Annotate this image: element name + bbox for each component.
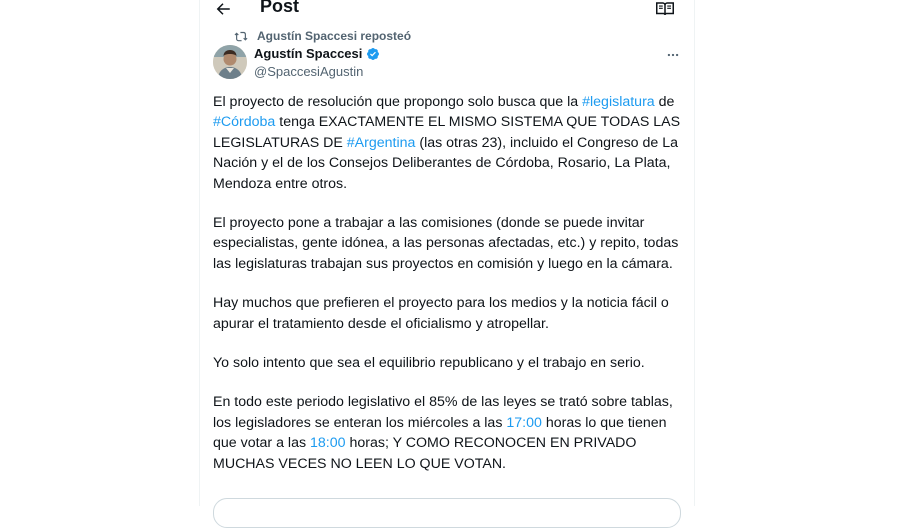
author-name[interactable]: Agustín Spaccesi [254,46,380,61]
tweet-paragraph-2: El proyecto pone a trabajar a las comisi… [213,215,679,272]
hashtag-link[interactable]: #Córdoba [213,114,275,130]
tweet-text: El proyecto de resolución que propongo s… [213,92,683,493]
author-name-text: Agustín Spaccesi [254,46,363,61]
reader-mode-icon[interactable] [656,1,674,17]
avatar-image [213,45,247,79]
tweet-paragraph-3: Hay muchos que prefieren el proyecto par… [213,295,669,332]
verified-badge-icon [367,47,380,60]
hashtag-link[interactable]: #legislatura [582,94,655,110]
page-title: Post [260,0,300,16]
hashtag-link[interactable]: #Argentina [347,135,416,151]
repost-indicator[interactable]: Agustín Spaccesi reposteó [234,29,411,43]
author-handle[interactable]: @SpaccesiAgustin [254,64,363,79]
timeline-column: Post Agustín Spaccesi reposteó Agustín S… [199,0,695,528]
top-bar: Post [200,0,694,20]
more-options-icon[interactable] [666,48,680,62]
tweet-paragraph-4: Yo solo intento que sea el equilibrio re… [213,355,645,372]
back-arrow-icon[interactable] [214,0,232,18]
tweet-paragraph-1: El proyecto de resolución que propongo s… [213,92,683,194]
media-card[interactable] [213,498,681,528]
text-segment: de [654,94,675,110]
time-link[interactable]: 18:00 [310,435,346,451]
avatar[interactable] [213,45,247,79]
text-segment: El proyecto de resolución que propongo s… [213,94,583,110]
tweet-paragraph-5: En todo este periodo legislativo el 85% … [213,392,683,474]
time-link[interactable]: 17:00 [506,415,542,431]
repost-label: Agustín Spaccesi reposteó [257,29,412,43]
repost-icon [234,31,248,42]
